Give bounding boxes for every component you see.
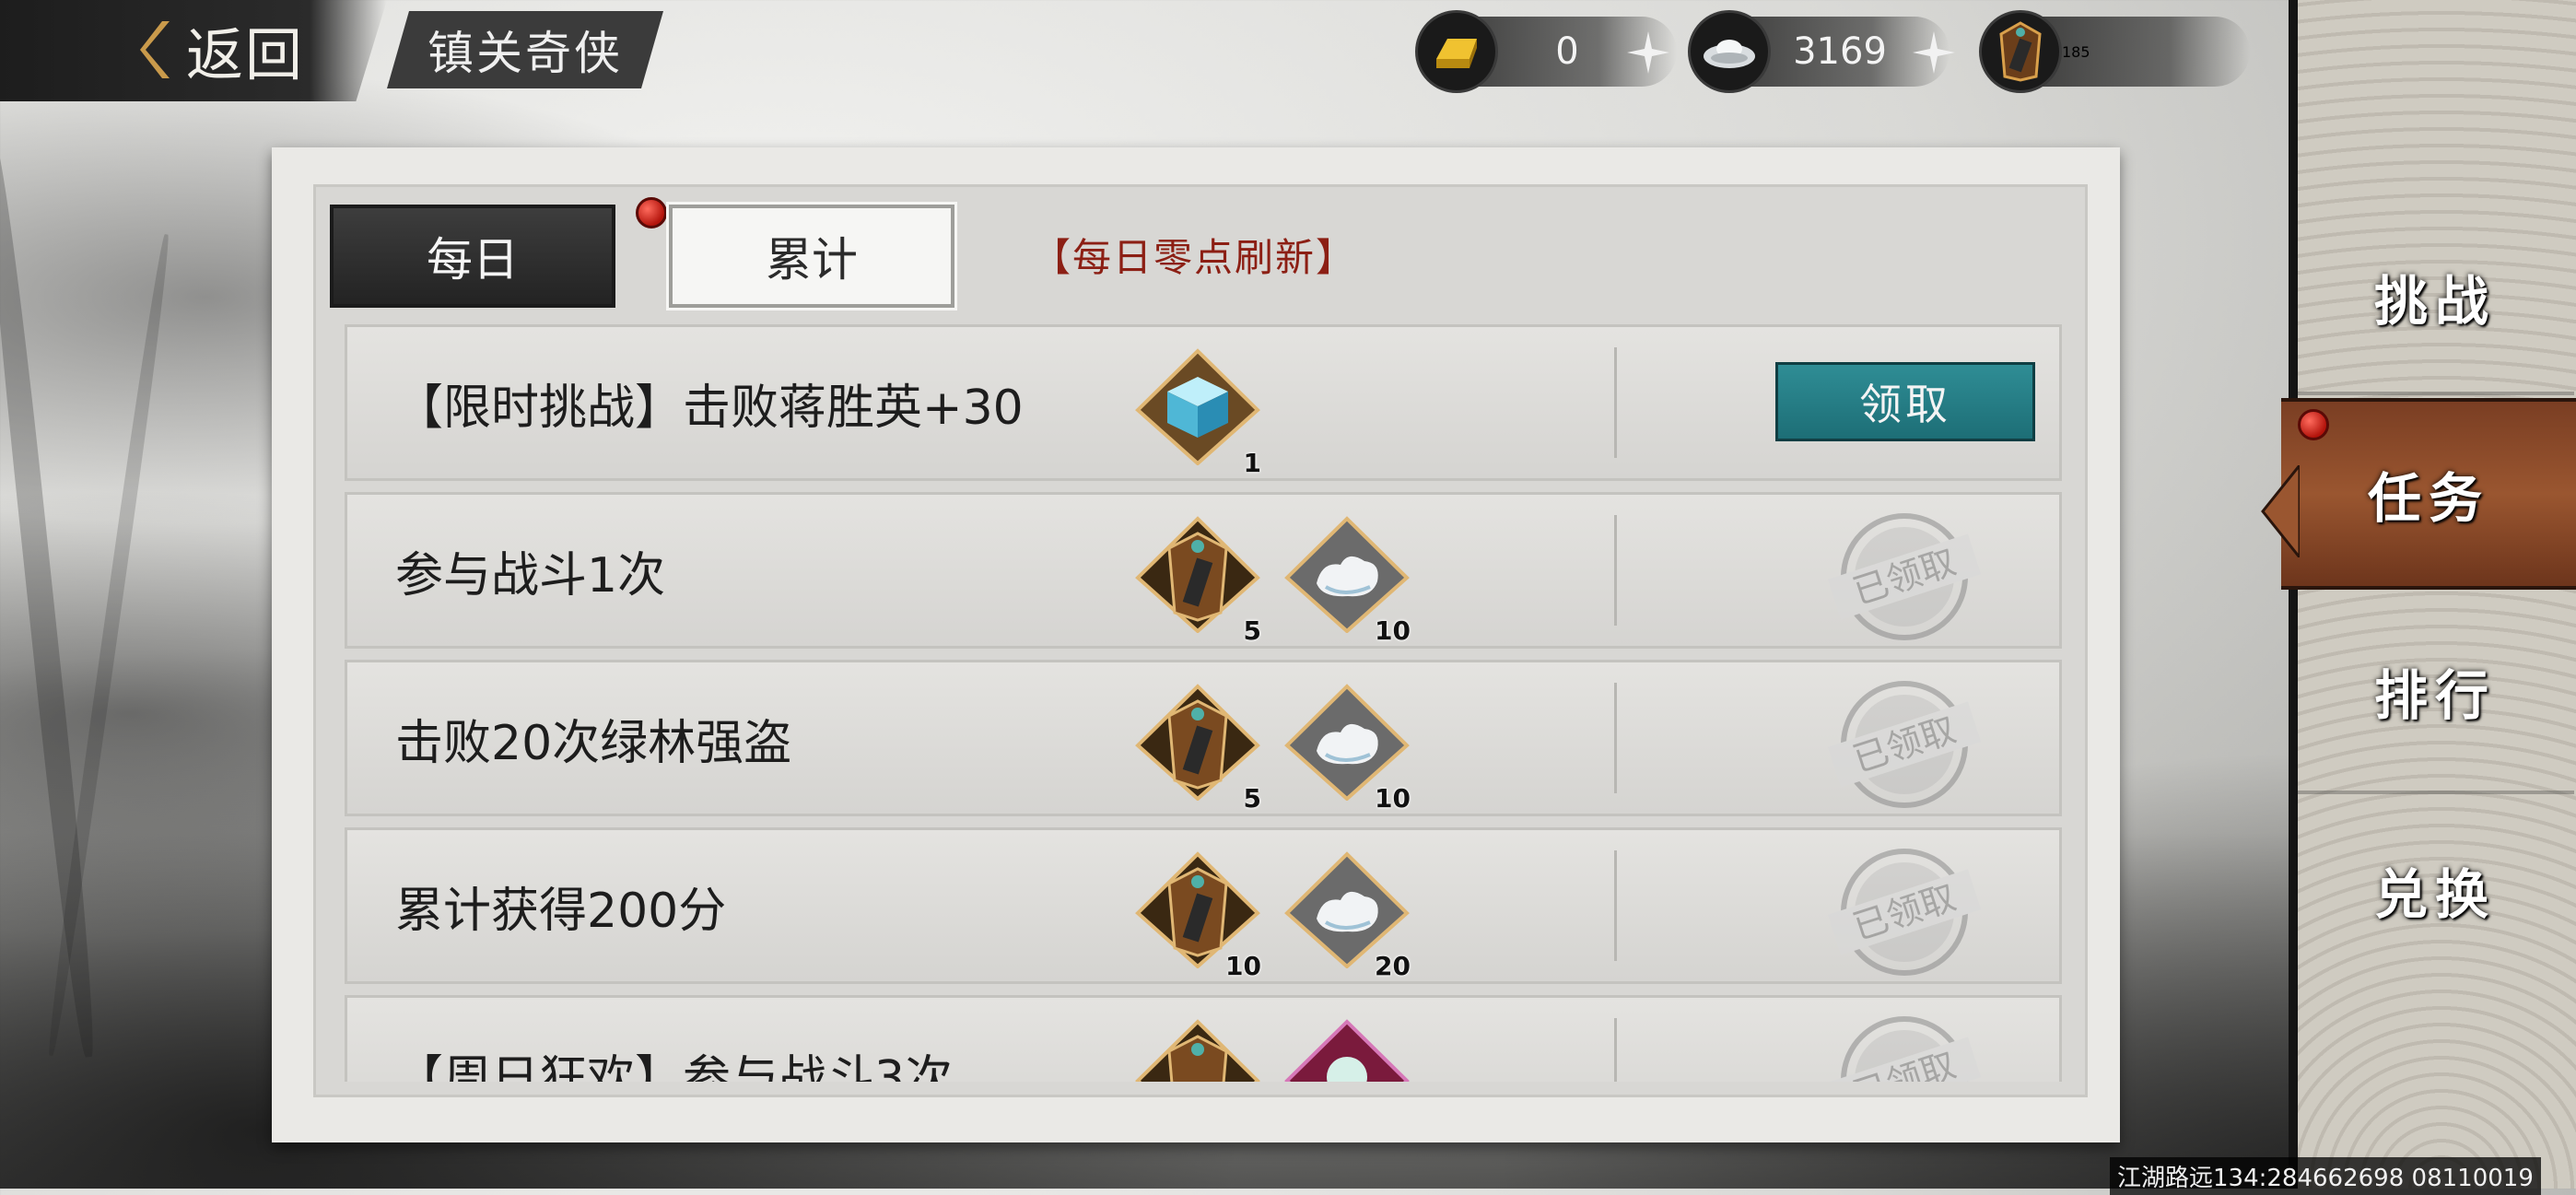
task-list[interactable]: 【限时挑战】击败蒋胜英+30 1 领取 参与战斗1次 5 10 已领取 击败20… bbox=[345, 324, 2062, 1082]
task-row: 累计获得200分 10 20 已领取 bbox=[345, 827, 2062, 984]
tab-daily[interactable]: 每日 bbox=[330, 205, 615, 308]
reward-quantity: 5 bbox=[1243, 615, 1261, 646]
divider bbox=[1614, 1018, 1617, 1082]
task-title: 【限时挑战】击败蒋胜英+30 bbox=[395, 380, 1024, 436]
side-tab-challenge[interactable]: 挑战 bbox=[2294, 205, 2576, 389]
reward-item[interactable]: 20 bbox=[1280, 849, 1418, 987]
claimed-stamp-icon: 已领取 bbox=[1827, 1016, 1982, 1082]
divider bbox=[1614, 850, 1617, 961]
reward-quantity: 1 bbox=[1243, 448, 1261, 478]
silver-amount: 3169 bbox=[1793, 30, 1887, 73]
reward-item[interactable]: 5 bbox=[1130, 681, 1269, 819]
token-icon bbox=[1979, 10, 2062, 93]
side-tab-label: 任务 bbox=[2367, 467, 2489, 530]
side-tab-exchange[interactable]: 兑换 bbox=[2294, 798, 2576, 982]
tab-cumulative[interactable]: 累计 bbox=[666, 202, 957, 310]
divider bbox=[1614, 515, 1617, 626]
claimed-stamp-icon: 已领取 bbox=[1827, 849, 1982, 976]
task-row: 击败20次绿林强盗 5 10 已领取 bbox=[345, 660, 2062, 816]
divider bbox=[1614, 683, 1617, 793]
claimed-stamp-icon: 已领取 bbox=[1827, 681, 1982, 808]
notification-dot bbox=[2298, 409, 2329, 440]
side-tab-label: 兑换 bbox=[2373, 863, 2496, 926]
chevron-left-icon bbox=[140, 21, 170, 78]
claimed-stamp-icon: 已领取 bbox=[1827, 513, 1982, 640]
reward-quantity: 20 bbox=[1375, 951, 1411, 981]
divider bbox=[2298, 392, 2574, 395]
gold-bar-icon bbox=[1415, 10, 1498, 93]
notification-dot bbox=[636, 197, 667, 228]
task-row: 参与战斗1次 5 10 已领取 bbox=[345, 492, 2062, 649]
refresh-note: 【每日零点刷新】 bbox=[1032, 235, 1357, 280]
add-gold-button[interactable] bbox=[1623, 28, 1673, 77]
reward-quantity: 10 bbox=[1375, 783, 1411, 814]
silver-ingot-icon bbox=[1688, 10, 1771, 93]
gold-amount: 0 bbox=[1555, 30, 1579, 73]
reward-item[interactable] bbox=[1280, 1016, 1418, 1082]
divider bbox=[1614, 347, 1617, 458]
reward-item[interactable]: 10 bbox=[1280, 681, 1418, 819]
reward-quantity: 10 bbox=[1225, 951, 1261, 981]
reward-quantity: 10 bbox=[1375, 615, 1411, 646]
token-amount: 185 bbox=[2062, 42, 2090, 61]
reward-item[interactable] bbox=[1130, 1016, 1269, 1082]
screen-title: 镇关奇侠 bbox=[427, 27, 623, 80]
jade-icon bbox=[1284, 1019, 1410, 1082]
task-row: 【限时挑战】击败蒋胜英+30 1 领取 bbox=[345, 324, 2062, 481]
reward-quantity: 5 bbox=[1243, 783, 1261, 814]
account-watermark: 江湖路远134:284662698 08110019 bbox=[2110, 1157, 2541, 1195]
task-title: 累计获得200分 bbox=[395, 883, 727, 939]
task-title: 击败20次绿林强盗 bbox=[395, 715, 792, 771]
back-label: 返回 bbox=[186, 21, 305, 88]
side-nav-panel bbox=[2289, 0, 2576, 1189]
back-button[interactable]: 返回 bbox=[138, 13, 304, 88]
side-tab-label: 排行 bbox=[2373, 664, 2496, 727]
token-currency: 185 bbox=[1979, 10, 2250, 93]
claim-button[interactable]: 领取 bbox=[1775, 362, 2035, 441]
screen-title-plate: 镇关奇侠 bbox=[387, 11, 663, 88]
add-silver-button[interactable] bbox=[1909, 28, 1959, 77]
reward-item[interactable]: 5 bbox=[1130, 513, 1269, 651]
side-tab-ranking[interactable]: 排行 bbox=[2294, 599, 2576, 783]
active-tab-arrow-icon bbox=[2261, 465, 2300, 557]
reward-item[interactable]: 1 bbox=[1130, 346, 1269, 484]
task-row: 【周日狂欢】参与战斗3次 已领取 bbox=[345, 995, 2062, 1082]
task-title: 【周日狂欢】参与战斗3次 bbox=[395, 1050, 954, 1083]
side-tab-label: 挑战 bbox=[2373, 270, 2496, 333]
reward-item[interactable]: 10 bbox=[1280, 513, 1418, 651]
token-icon bbox=[1135, 1019, 1260, 1082]
reward-item[interactable]: 10 bbox=[1130, 849, 1269, 987]
divider bbox=[2298, 791, 2574, 794]
task-title: 参与战斗1次 bbox=[395, 547, 666, 603]
